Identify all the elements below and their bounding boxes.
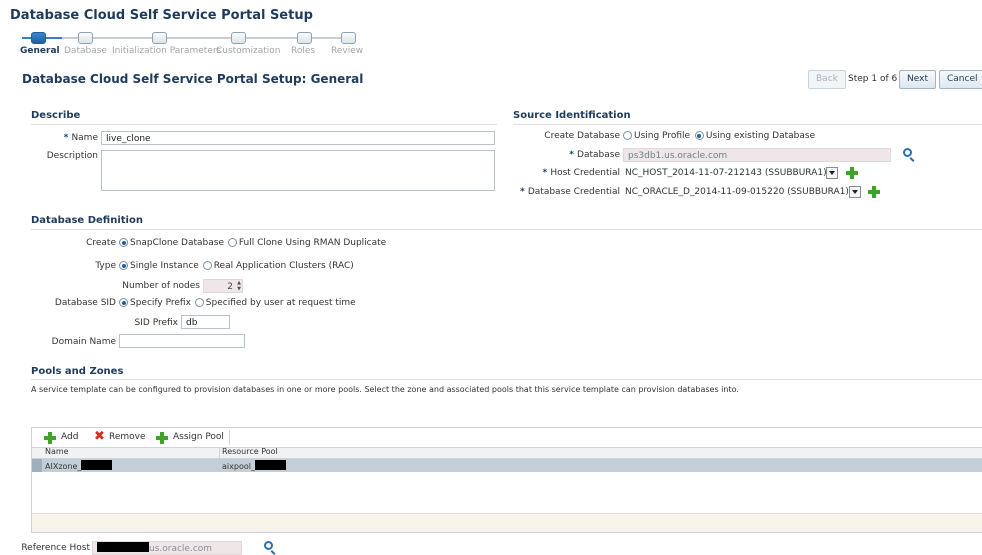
train-step-customization[interactable] xyxy=(231,32,246,44)
train-label-general[interactable]: General xyxy=(20,46,60,56)
user-specified-label: Specified by user at request time xyxy=(205,298,356,308)
full-clone-radio[interactable] xyxy=(227,238,237,247)
single-instance-radio[interactable] xyxy=(119,261,128,270)
definition-heading: Database Definition xyxy=(31,215,143,226)
train-step-review[interactable] xyxy=(341,32,356,44)
using-profile-radio[interactable] xyxy=(623,131,632,140)
add-icon[interactable] xyxy=(156,432,168,444)
rac-label: Real Application Clusters (RAC) xyxy=(213,261,354,271)
train-step-init-params[interactable] xyxy=(152,32,167,44)
database-sid-label: Database SID xyxy=(54,298,116,308)
divider xyxy=(31,229,982,230)
train-label-customization[interactable]: Customization xyxy=(216,46,280,56)
back-button[interactable]: Back xyxy=(808,70,846,89)
train-step-database[interactable] xyxy=(78,32,93,44)
sid-options: Specify Prefix Specified by user at requ… xyxy=(119,298,356,308)
create-options: SnapClone Database Full Clone Using RMAN… xyxy=(119,238,386,248)
create-database-options: Using Profile Using existing Database xyxy=(623,131,815,141)
divider xyxy=(31,124,497,125)
table-header: Name Resource Pool xyxy=(32,447,982,459)
cancel-button[interactable]: Cancel xyxy=(939,70,982,89)
single-instance-label: Single Instance xyxy=(130,261,199,271)
source-heading: Source Identification xyxy=(513,110,631,121)
row-pool-cell: aixpool_ xyxy=(222,460,286,471)
domain-name-field[interactable] xyxy=(119,334,245,348)
divider xyxy=(513,124,982,125)
row-name-cell: AIXzone_ xyxy=(45,460,113,471)
column-name[interactable]: Name xyxy=(45,447,69,456)
add-icon[interactable] xyxy=(846,167,858,179)
page-title: Database Cloud Self Service Portal Setup xyxy=(10,8,313,23)
database-field[interactable]: ps3db1.us.oracle.com xyxy=(623,148,891,162)
pools-description: A service template can be configured to … xyxy=(31,385,739,394)
redacted-block xyxy=(81,460,113,470)
snapclone-label: SnapClone Database xyxy=(130,238,224,248)
column-resource-pool[interactable]: Resource Pool xyxy=(222,447,278,456)
train-step-roles[interactable] xyxy=(297,32,312,44)
host-credential-select[interactable]: NC_HOST_2014-11-07-212143 (SSUBBURA1) xyxy=(625,168,827,178)
search-icon[interactable] xyxy=(264,541,273,550)
train-label-database[interactable]: Database xyxy=(64,46,107,56)
full-clone-label: Full Clone Using RMAN Duplicate xyxy=(238,238,387,248)
sid-prefix-field[interactable]: db xyxy=(181,315,230,329)
description-label: Description xyxy=(46,151,98,161)
assign-pool-button[interactable]: Assign Pool xyxy=(173,432,224,442)
database-label: * Database xyxy=(569,150,620,160)
reference-host-field[interactable]: us.oracle.com xyxy=(92,541,242,555)
pools-table: Add ✖ Remove Assign Pool Name Resource P… xyxy=(31,427,982,533)
remove-button[interactable]: Remove xyxy=(109,432,146,442)
name-field[interactable]: live_clone xyxy=(101,131,495,145)
table-toolbar: Add ✖ Remove Assign Pool xyxy=(32,428,982,448)
row-selector[interactable] xyxy=(32,459,42,472)
type-label: Type xyxy=(95,261,116,271)
add-button[interactable]: Add xyxy=(61,432,78,442)
train-step-general[interactable] xyxy=(31,32,46,44)
description-field[interactable] xyxy=(101,150,495,191)
step-indicator: Step 1 of 6 xyxy=(848,74,898,84)
dropdown-icon[interactable] xyxy=(826,167,838,179)
using-profile-label: Using Profile xyxy=(634,131,691,141)
train-label-roles[interactable]: Roles xyxy=(291,46,315,56)
train-label-init-params[interactable]: Initialization Parameters xyxy=(112,46,221,56)
user-specified-radio[interactable] xyxy=(194,298,204,307)
add-icon[interactable] xyxy=(44,432,56,444)
using-existing-radio[interactable] xyxy=(694,131,704,140)
rac-radio[interactable] xyxy=(202,261,212,270)
specify-prefix-label: Specify Prefix xyxy=(130,298,191,308)
using-existing-label: Using existing Database xyxy=(705,131,816,141)
nodes-stepper[interactable]: ▲ ▼ xyxy=(236,280,242,292)
name-label: * Name xyxy=(63,133,98,143)
redacted-block xyxy=(97,542,149,552)
create-label: Create xyxy=(86,238,116,248)
search-icon[interactable] xyxy=(903,148,912,157)
column-separator xyxy=(219,448,220,458)
remove-icon[interactable]: ✖ xyxy=(94,430,105,443)
table-footer xyxy=(32,513,982,532)
sid-prefix-label: SID Prefix xyxy=(134,318,178,328)
dropdown-icon[interactable] xyxy=(849,186,861,198)
train-label-review[interactable]: Review xyxy=(331,46,363,56)
database-credential-label: * Database Credential xyxy=(520,187,620,197)
next-button[interactable]: Next xyxy=(899,70,936,89)
database-credential-select[interactable]: NC_ORACLE_D_2014-11-09-015220 (SSUBBURA1… xyxy=(625,187,849,197)
nodes-label: Number of nodes xyxy=(122,281,200,291)
pools-heading: Pools and Zones xyxy=(31,366,124,377)
divider xyxy=(31,379,982,380)
type-options: Single Instance Real Application Cluster… xyxy=(119,261,354,271)
specify-prefix-radio[interactable] xyxy=(119,298,128,307)
create-database-label: Create Database xyxy=(544,131,620,141)
redacted-block xyxy=(254,460,286,470)
add-icon[interactable] xyxy=(868,186,880,198)
snapclone-radio[interactable] xyxy=(119,238,128,247)
table-row[interactable]: AIXzone_ aixpool_ xyxy=(32,459,982,472)
domain-name-label: Domain Name xyxy=(51,337,116,347)
describe-heading: Describe xyxy=(31,110,81,121)
toolbar-separator xyxy=(229,430,230,445)
section-title: Database Cloud Self Service Portal Setup… xyxy=(22,72,364,86)
host-credential-label: * Host Credential xyxy=(542,168,620,178)
